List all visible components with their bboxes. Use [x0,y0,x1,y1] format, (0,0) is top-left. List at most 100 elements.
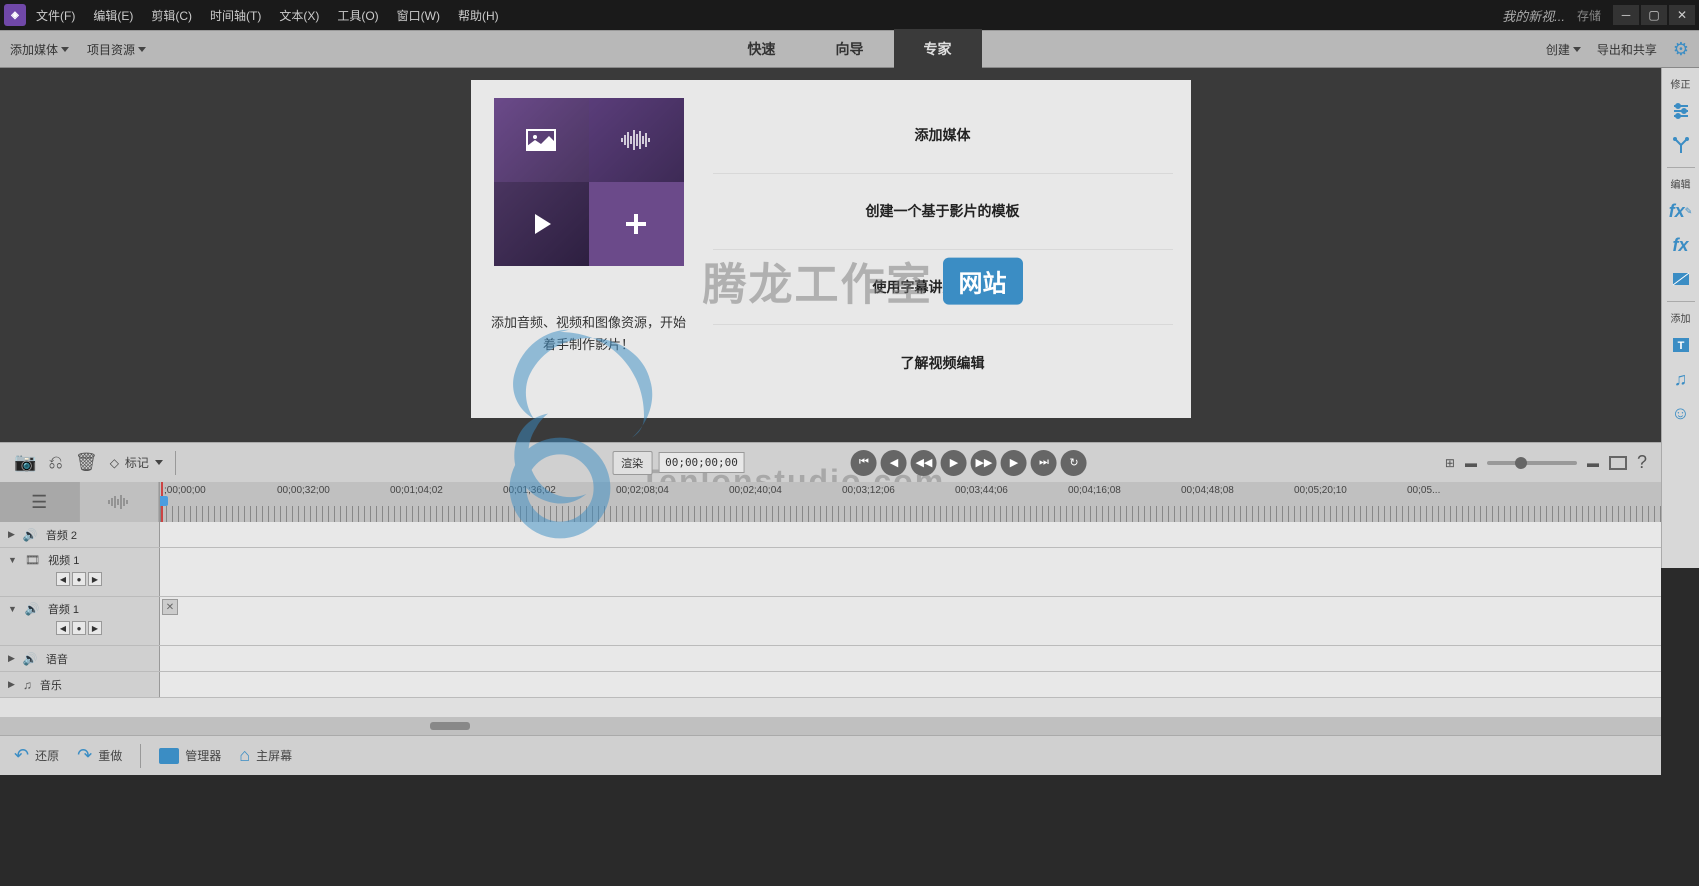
menu-bar: 文件(F) 编辑(E) 剪辑(C) 时间轴(T) 文本(X) 工具(O) 窗口(… [36,7,499,24]
render-button[interactable]: 渲染 [612,451,652,475]
menu-tools[interactable]: 工具(O) [337,7,378,24]
transitions-icon[interactable] [1667,265,1695,293]
waveform-icon [107,493,131,511]
mode-quick[interactable]: 快速 [718,29,806,69]
menu-window[interactable]: 窗口(W) [397,7,440,24]
home-button[interactable]: ⌂ 主屏幕 [239,745,292,766]
expand-icon[interactable]: ▶ [8,679,15,690]
speaker-icon[interactable]: 🔊 [25,602,40,616]
menu-timeline[interactable]: 时间轴(T) [210,7,261,24]
welcome-create-template[interactable]: 创建一个基于影片的模板 [713,174,1173,250]
undo-icon: ↶ [14,745,29,766]
welcome-learn-editing[interactable]: 了解视频编辑 [713,325,1173,400]
track-audio1: ▼ 🔊 音频 1 ◀ ● ▶ ✕ [0,597,1661,646]
adjustments-icon[interactable] [1667,97,1695,125]
clip-marker-icon[interactable]: ✕ [162,599,178,615]
timeline-scrollbar[interactable] [0,717,1661,735]
project-name: 我的新视... [1502,6,1565,25]
fit-timeline-button[interactable] [1609,456,1627,470]
playhead[interactable] [161,482,163,522]
track-prev-button[interactable]: ◀ [56,621,70,635]
zoom-in-icon[interactable]: ▬ [1587,456,1599,470]
maximize-button[interactable]: ▢ [1641,5,1667,25]
track-mid-button[interactable]: ● [72,572,86,586]
add-media-dropdown[interactable]: 添加媒体 [10,41,69,58]
welcome-subtitle-story[interactable]: 使用字幕讲述您的故事 [713,250,1173,326]
organizer-icon [159,748,179,764]
zoom-handle[interactable] [1515,457,1527,469]
minimize-button[interactable]: ─ [1613,5,1639,25]
titles-icon[interactable]: T [1667,331,1695,359]
step-forward-button[interactable]: ▶ [1001,450,1027,476]
close-button[interactable]: ✕ [1669,5,1695,25]
menu-edit[interactable]: 编辑(E) [93,7,133,24]
filmstrip-icon[interactable]: 🎞 [25,553,40,567]
expand-icon[interactable]: ▶ [8,529,15,540]
redo-button[interactable]: ↷ 重做 [77,745,122,766]
zoom-out-icon[interactable]: ▬ [1465,456,1477,470]
goto-end-button[interactable]: ⏭ [1031,450,1057,476]
goto-start-button[interactable]: ⏮ [851,450,877,476]
music-icon[interactable]: ♫ [1667,365,1695,393]
timeline-view-button[interactable]: ☰ [0,482,80,522]
track-label: 音频 2 [46,527,77,543]
marker-dropdown[interactable]: ◇ 标记 [110,454,163,471]
gear-icon[interactable]: ⚙ [1673,39,1689,60]
graphics-icon[interactable]: ☺ [1667,399,1695,427]
timeline-ruler[interactable]: ;00;00;0000;00;32;0000;01;04;0200;01;36;… [160,482,1661,522]
save-button[interactable]: 存储 [1577,7,1601,24]
menu-help[interactable]: 帮助(H) [458,7,499,24]
play-button[interactable]: ▶ [941,450,967,476]
track-body[interactable] [160,548,1661,596]
undo-button[interactable]: ↶ 还原 [14,745,59,766]
timecode-display[interactable]: 00;00;00;00 [658,452,745,473]
speaker-icon[interactable]: 🔊 [23,528,38,542]
track-body[interactable]: ✕ [160,597,1661,645]
scrollbar-grip[interactable] [430,722,470,730]
home-icon: ⌂ [239,745,250,766]
audio-view-button[interactable] [80,482,160,522]
zoom-slider[interactable] [1487,461,1577,465]
speaker-icon[interactable]: 🔊 [23,652,38,666]
track-body[interactable] [160,522,1661,547]
menu-text[interactable]: 文本(X) [279,7,319,24]
track-next-button[interactable]: ▶ [88,572,102,586]
fx-effects-icon[interactable]: fx✎ [1667,197,1695,225]
create-dropdown[interactable]: 创建 [1546,41,1581,58]
fx-icon[interactable]: fx [1667,231,1695,259]
trash-icon[interactable]: 🗑 [75,452,98,473]
snapshot-icon[interactable]: 📷 [14,452,36,473]
rewind-button[interactable]: ◀◀ [911,450,937,476]
music-icon[interactable]: ♫ [23,678,32,692]
mode-guided[interactable]: 向导 [806,29,894,69]
mode-expert[interactable]: 专家 [894,29,982,69]
help-icon[interactable]: ? [1637,452,1647,473]
step-back-button[interactable]: ◀ [881,450,907,476]
welcome-add-media[interactable]: 添加媒体 [713,98,1173,174]
playhead-handle[interactable] [160,496,168,506]
track-mid-button[interactable]: ● [72,621,86,635]
preview-area: 添加音频、视频和图像资源，开始着手制作影片！ 添加媒体 创建一个基于影片的模板 … [0,68,1661,442]
track-body[interactable] [160,672,1661,697]
fastforward-button[interactable]: ▶▶ [971,450,997,476]
track-body[interactable] [160,646,1661,671]
organizer-button[interactable]: 管理器 [159,747,221,764]
sidebar-section-edit: 编辑 [1671,176,1691,191]
ruler-tick: 00;05;20;10 [1294,485,1347,496]
safe-margins-icon[interactable]: ⊞ [1445,456,1455,470]
export-share-button[interactable]: 导出和共享 [1597,41,1657,58]
menu-clip[interactable]: 剪辑(C) [151,7,192,24]
expand-icon[interactable]: ▶ [8,653,15,664]
ruler-tick: 00;05... [1407,485,1440,496]
track-next-button[interactable]: ▶ [88,621,102,635]
tools-icon[interactable] [1667,131,1695,159]
svg-text:T: T [1677,340,1684,352]
chevron-down-icon [61,47,69,52]
loop-button[interactable]: ↻ [1061,450,1087,476]
project-assets-dropdown[interactable]: 项目资源 [87,41,146,58]
menu-file[interactable]: 文件(F) [36,7,75,24]
split-clip-icon[interactable]: ⎌ [48,452,62,473]
collapse-icon[interactable]: ▼ [8,555,17,565]
collapse-icon[interactable]: ▼ [8,604,17,614]
track-prev-button[interactable]: ◀ [56,572,70,586]
